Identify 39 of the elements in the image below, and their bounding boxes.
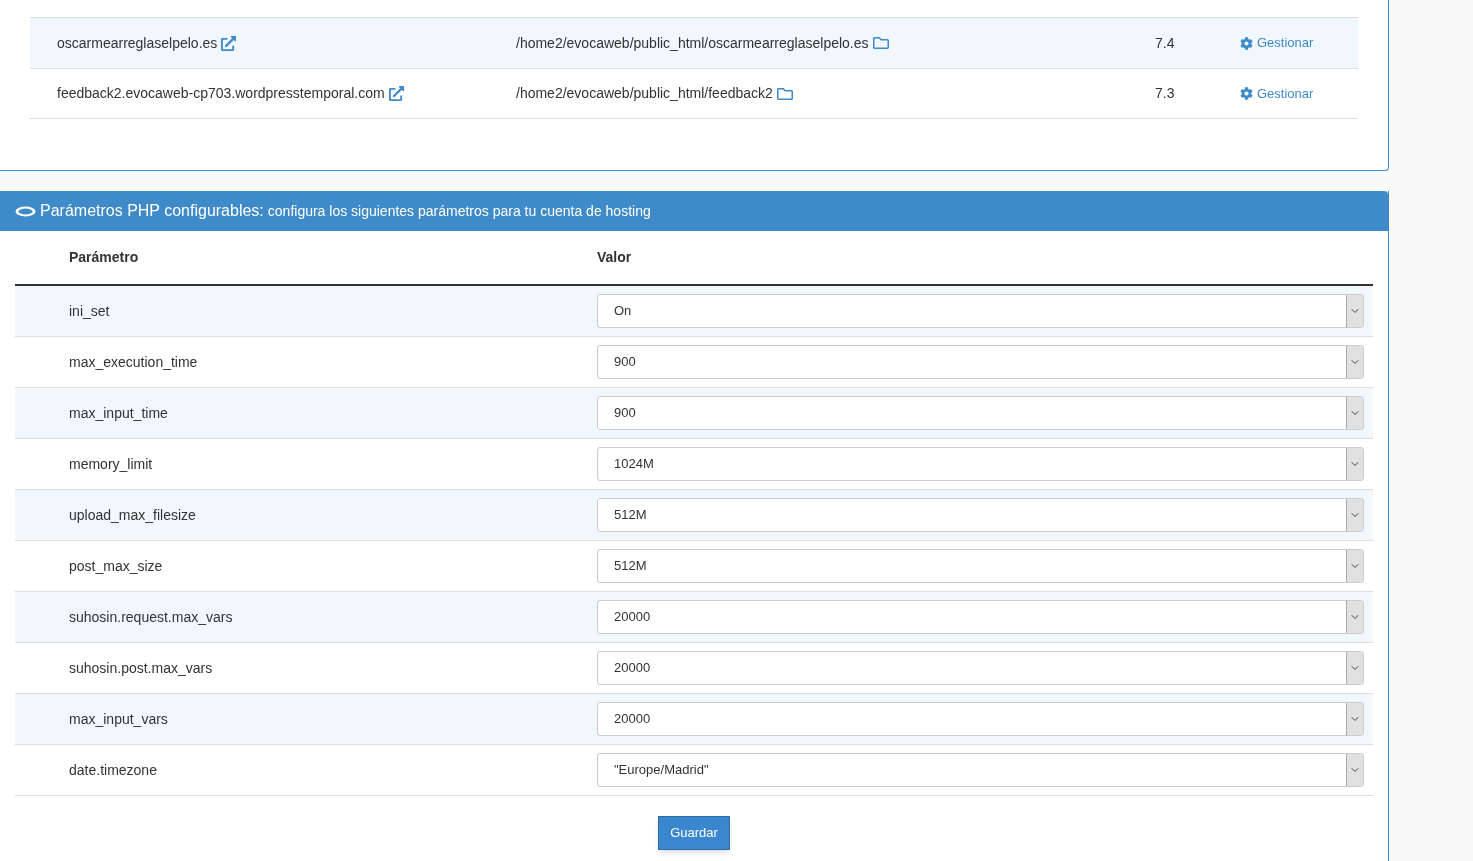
path-text: /home2/evocaweb/public_html/feedback2	[516, 84, 773, 103]
value-select[interactable]: 20000	[597, 702, 1364, 736]
folder-icon[interactable]	[872, 35, 889, 51]
value-select[interactable]: 900	[597, 345, 1364, 379]
value-select[interactable]: "Europe/Madrid"	[597, 753, 1364, 787]
php-version: 7.3	[1155, 85, 1175, 101]
value-select[interactable]: 512M	[597, 498, 1364, 532]
panel-title: Parámetros PHP configurables:	[40, 201, 264, 221]
external-link-icon[interactable]	[221, 35, 237, 51]
value-select[interactable]: 20000	[597, 600, 1364, 634]
value-select[interactable]: 900	[597, 396, 1364, 430]
parameter-name: ini_set	[69, 302, 110, 319]
domain-text: oscarmearreglaselpelo.es	[57, 33, 218, 53]
folder-icon[interactable]	[776, 85, 793, 102]
value-select[interactable]: 512M	[597, 549, 1364, 583]
php-version: 7.4	[1155, 34, 1175, 51]
value-select[interactable]: 1024M	[597, 447, 1364, 481]
panel-subtitle: configura los siguientes parámetros para tu cuenta de hosting	[267, 201, 651, 221]
parameter-name: suhosin.post.max_vars	[69, 659, 213, 676]
parameter-name: date.timezone	[69, 761, 157, 778]
external-link-icon[interactable]	[388, 86, 404, 101]
column-header: Parámetro	[69, 249, 139, 265]
parameter-name: upload_max_filesize	[69, 506, 196, 523]
path-text: /home2/evocaweb/public_html/oscarmearreglaselpelo.es	[516, 33, 869, 53]
parameter-name: memory_limit	[69, 455, 153, 472]
parameter-name: post_max_size	[69, 557, 163, 574]
value-select[interactable]: On	[597, 294, 1364, 328]
gear-icon	[1240, 87, 1253, 100]
manage-link[interactable]: Gestionar	[1240, 83, 1314, 104]
column-header: Valor	[597, 249, 632, 265]
parameter-name: max_input_vars	[69, 710, 168, 727]
parameter-name: suhosin.request.max_vars	[69, 608, 233, 625]
manage-link[interactable]: Gestionar	[1240, 33, 1314, 53]
parameter-name: max_input_time	[69, 404, 168, 421]
gear-icon	[1240, 36, 1253, 50]
value-select[interactable]: 20000	[597, 651, 1364, 685]
parameter-name: max_execution_time	[69, 353, 198, 370]
domain-text: feedback2.evocaweb-cp703.wordpresstemporal.com	[57, 84, 385, 103]
save-button[interactable]: Guardar	[658, 816, 730, 850]
